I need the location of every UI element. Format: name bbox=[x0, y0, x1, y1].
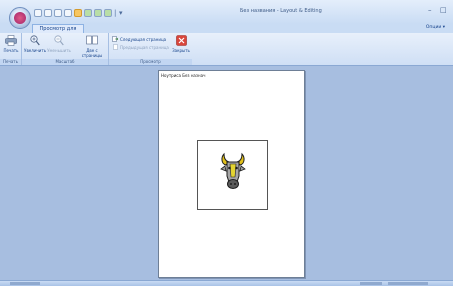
print-icon[interactable] bbox=[64, 9, 72, 17]
options-menu[interactable]: Опции ▾ bbox=[426, 25, 445, 30]
app-menu-button[interactable] bbox=[9, 7, 31, 29]
minimize-button[interactable]: – bbox=[428, 6, 432, 14]
image-frame bbox=[197, 140, 268, 210]
close-icon bbox=[175, 35, 187, 46]
two-pages-icon bbox=[86, 35, 98, 45]
tab-print-preview[interactable]: Просмотр для печати bbox=[32, 24, 84, 40]
preview-group: Следующая страница Предыдущая страница З… bbox=[109, 33, 192, 65]
open-icon[interactable] bbox=[44, 9, 52, 17]
chevron-down-icon: ▾ bbox=[442, 25, 445, 30]
dropdown-icon[interactable]: ▾ bbox=[119, 9, 123, 17]
print-button[interactable]: Печать bbox=[2, 35, 20, 53]
app-logo-icon bbox=[14, 12, 26, 24]
print-group: Печать Печать bbox=[0, 33, 22, 65]
new-icon[interactable] bbox=[34, 9, 42, 17]
prev-page-label: Предыдущая страница bbox=[120, 44, 169, 50]
maximize-button[interactable]: □ bbox=[440, 6, 447, 14]
next-page-button[interactable]: Следующая страница bbox=[112, 36, 166, 42]
print-button-label: Печать bbox=[3, 48, 19, 53]
zoom-in-label: Увеличить bbox=[24, 48, 47, 53]
two-pages-label: Две с страницы bbox=[81, 48, 103, 58]
prev-page-button[interactable]: Предыдущая страница bbox=[112, 44, 169, 50]
zoom-in-button[interactable]: Увеличить bbox=[24, 35, 46, 53]
redo-icon[interactable] bbox=[104, 9, 112, 17]
zoom-out-button[interactable]: Уменьшить bbox=[47, 35, 71, 53]
window-title: Без названия - Layout & Editing bbox=[240, 8, 322, 14]
undo-icon[interactable] bbox=[94, 9, 102, 17]
quick-access-toolbar: | ▾ bbox=[34, 8, 123, 18]
status-segment bbox=[10, 282, 40, 285]
page-header-text: Ноутриса Без назнач bbox=[161, 73, 206, 78]
globe-icon[interactable] bbox=[84, 9, 92, 17]
zoom-group-label: Масштаб bbox=[22, 59, 108, 65]
bull-head-icon bbox=[220, 152, 246, 189]
printer-icon bbox=[5, 35, 17, 46]
close-preview-button[interactable]: Закрыть bbox=[171, 35, 191, 53]
preview-page: Ноутриса Без назнач bbox=[158, 70, 305, 278]
two-pages-button[interactable]: Две с страницы bbox=[80, 35, 104, 58]
magnifier-plus-icon bbox=[30, 35, 40, 46]
zoom-slider[interactable] bbox=[388, 282, 428, 285]
next-page-icon bbox=[112, 36, 118, 42]
zoom-group: Увеличить Уменьшить Две с страницы Масшт… bbox=[22, 33, 109, 65]
ribbon: Печать Печать Увеличить Уменьшить Две с … bbox=[0, 33, 453, 66]
options-label: Опции bbox=[425, 25, 442, 30]
magnifier-minus-icon bbox=[54, 35, 64, 46]
toolbar-separator: | bbox=[114, 9, 117, 17]
save-icon[interactable] bbox=[54, 9, 62, 17]
prev-page-icon bbox=[113, 44, 118, 50]
preview-icon[interactable] bbox=[74, 9, 82, 17]
preview-group-label: Просмотр bbox=[109, 59, 192, 65]
next-page-label: Следующая страница bbox=[120, 36, 167, 42]
zoom-out-label: Уменьшить bbox=[47, 48, 71, 53]
close-label: Закрыть bbox=[172, 48, 190, 53]
print-group-label: Печать bbox=[0, 59, 21, 65]
status-bar bbox=[0, 280, 453, 286]
status-segment bbox=[360, 282, 382, 285]
